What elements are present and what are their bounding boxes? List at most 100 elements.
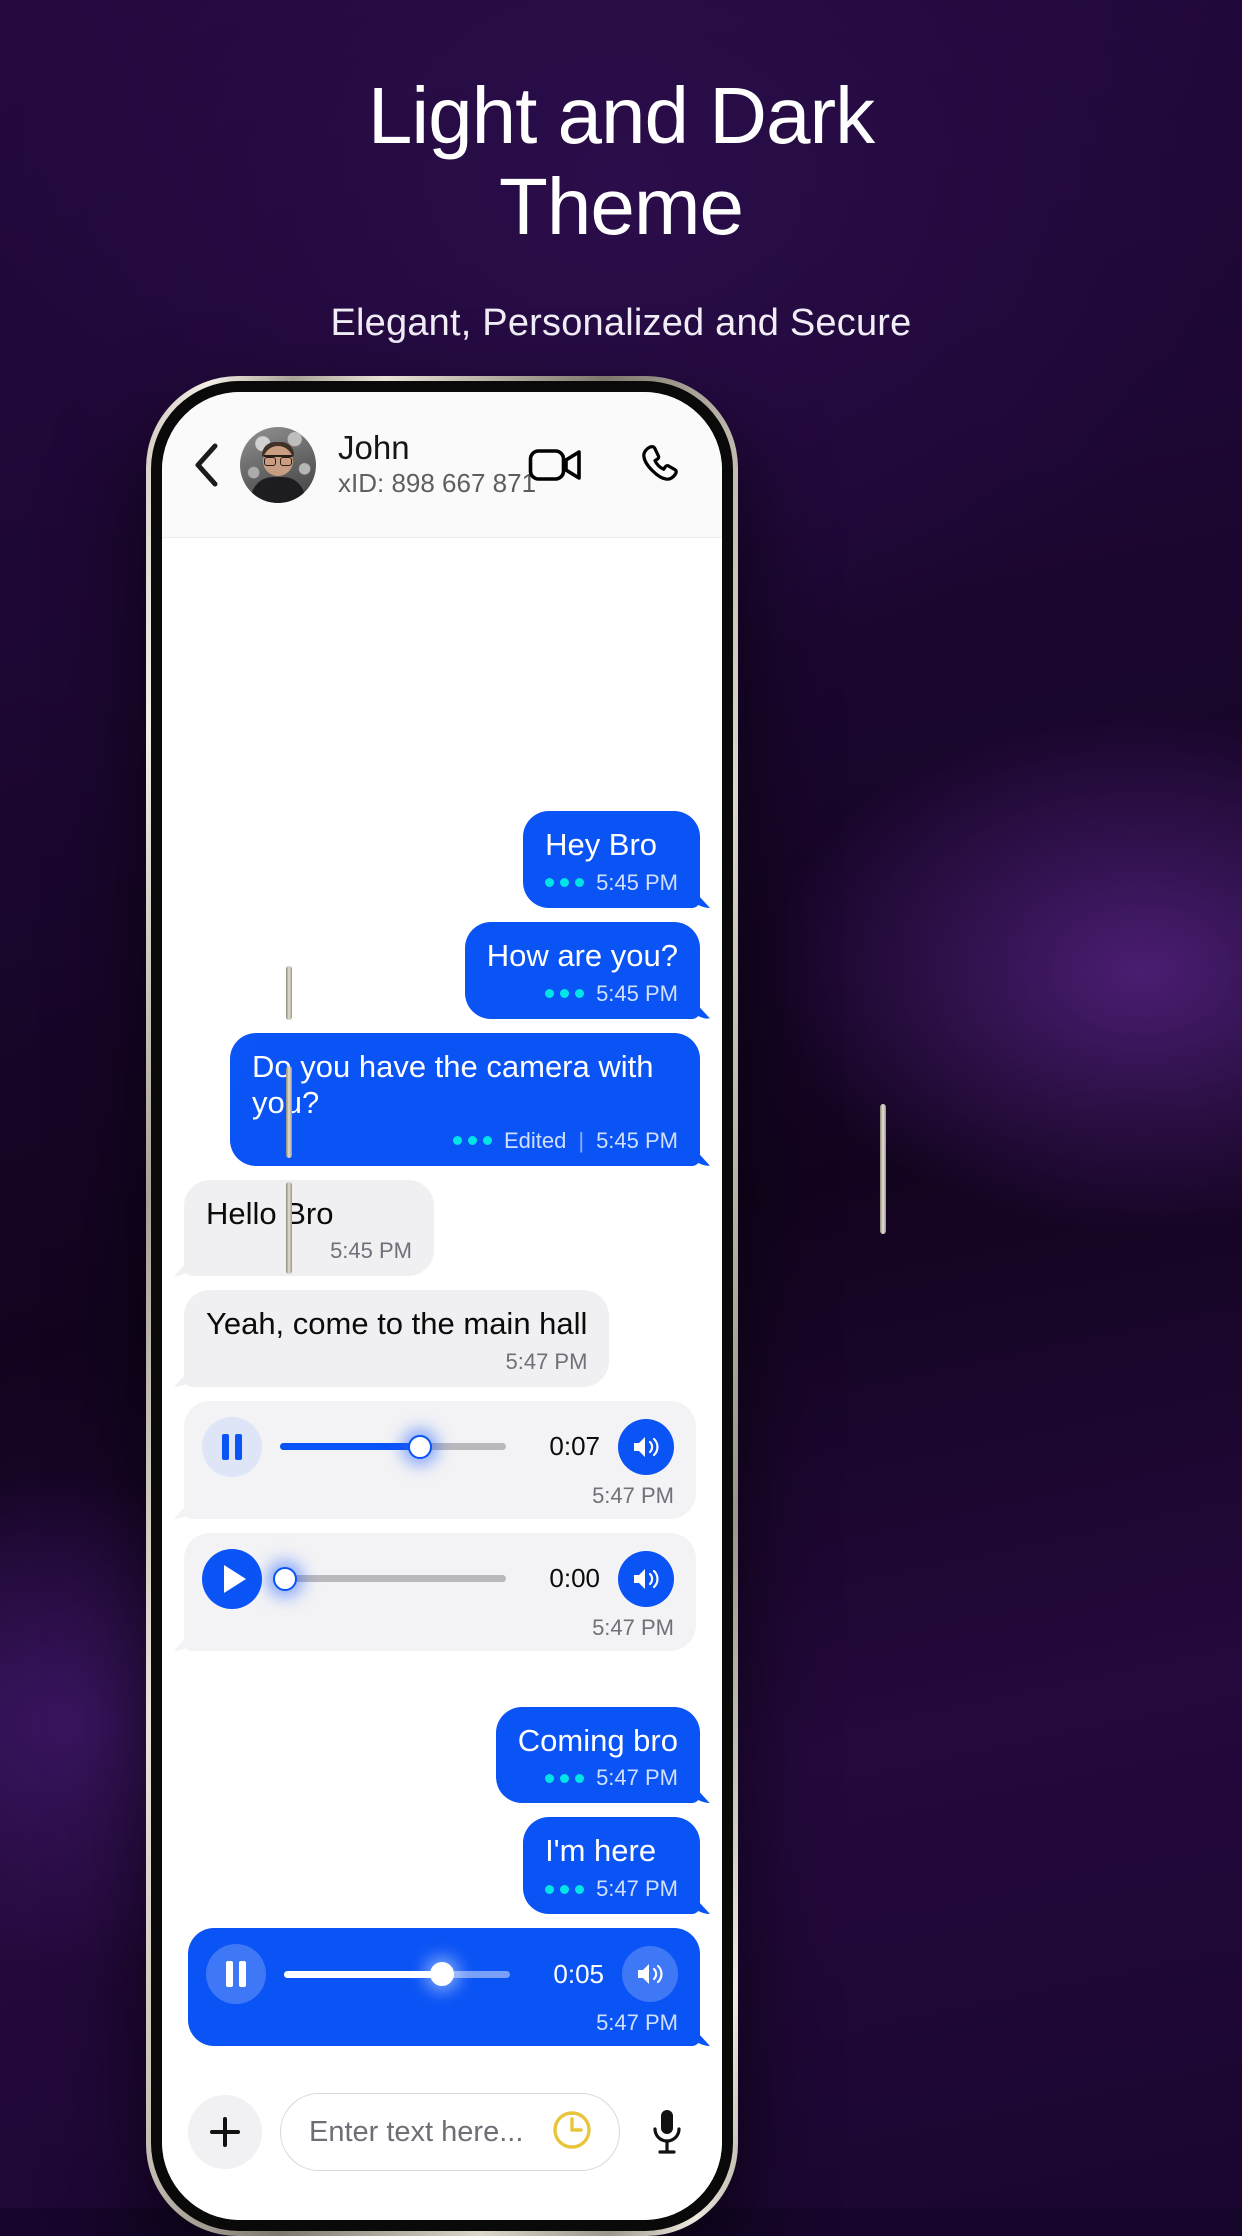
message-meta: 5:47 PM	[206, 1348, 588, 1375]
audio-duration: 0:05	[553, 1958, 604, 1989]
phone-icon	[642, 444, 678, 481]
message-meta: 5:45 PM	[206, 1238, 412, 1264]
message-meta: 5:47 PM	[518, 1765, 678, 1791]
message-row: Coming bro 5:47 PM	[184, 1706, 700, 1804]
page-subtitle: Elegant, Personalized and Secure	[330, 302, 912, 345]
contact-xid: xID: 898 667 871	[338, 468, 537, 499]
clock-icon	[553, 2110, 591, 2149]
avatar-glasses	[264, 454, 292, 466]
message-text: Hey Bro	[545, 827, 658, 863]
back-button[interactable]	[184, 442, 228, 488]
voice-message-incoming[interactable]: 0:00 5:47 PM	[184, 1532, 696, 1651]
audio-progress-slider[interactable]	[280, 1434, 506, 1459]
message-text: Yeah, come to the main hall	[206, 1306, 588, 1342]
voice-controls: 0:07	[202, 1416, 674, 1477]
header-actions	[528, 442, 692, 488]
speaker-on-icon	[634, 1436, 659, 1457]
speaker-button[interactable]	[622, 1946, 678, 2002]
voice-message-outgoing[interactable]: 0:05 5:47 PM	[188, 1928, 700, 2046]
phone-bezel: John xID: 898 667 871 Hey Bro 5:45 PM Ho…	[151, 381, 733, 2231]
edited-label: Edited	[503, 1127, 567, 1153]
audio-progress-slider[interactable]	[284, 1962, 510, 1986]
meta-separator: |	[578, 1127, 585, 1153]
message-input-placeholder: Enter text here...	[309, 2115, 524, 2148]
message-time: 5:47 PM	[596, 2010, 678, 2035]
message-bubble-outgoing[interactable]: How are you? 5:45 PM	[464, 921, 700, 1019]
message-meta: 5:45 PM	[487, 981, 678, 1007]
silent-switch	[286, 966, 292, 1020]
message-bubble-outgoing[interactable]: Coming bro 5:47 PM	[495, 1706, 700, 1804]
read-receipt-dots	[545, 878, 585, 888]
promo-text-block: Light and Dark Theme Elegant, Personaliz…	[0, 70, 1242, 345]
phone-screen: John xID: 898 667 871 Hey Bro 5:45 PM Ho…	[162, 392, 722, 2220]
message-row: I'm here 5:47 PM	[184, 1817, 700, 1914]
voice-record-button[interactable]	[638, 2107, 696, 2157]
message-row: Hey Bro 5:45 PM	[184, 811, 700, 908]
microphone-icon	[653, 2110, 681, 2154]
pause-icon	[222, 1433, 242, 1460]
message-time: 5:45 PM	[596, 980, 678, 1006]
attach-button[interactable]	[188, 2095, 262, 2169]
message-time: 5:45 PM	[330, 1238, 412, 1264]
message-meta: 5:45 PM	[545, 870, 678, 896]
audio-progress-slider[interactable]	[272, 1566, 506, 1591]
slider-fill	[284, 1970, 443, 1978]
speaker-button[interactable]	[618, 1418, 674, 1475]
speaker-on-icon	[638, 1964, 663, 1984]
message-bubble-incoming[interactable]: Hello Bro 5:45 PM	[184, 1179, 434, 1277]
message-text: How are you?	[486, 937, 678, 973]
play-button[interactable]	[202, 1548, 262, 1609]
read-receipt-dots	[452, 1136, 492, 1146]
slider-knob[interactable]	[272, 1566, 297, 1591]
pause-button[interactable]	[206, 1944, 266, 2004]
plus-icon	[210, 2117, 240, 2147]
headline-line-1: Light and Dark	[367, 71, 875, 160]
message-list: Hey Bro 5:45 PM How are you? 5:45 PM Do …	[162, 538, 722, 2070]
message-bubble-outgoing[interactable]: Hey Bro 5:45 PM	[523, 811, 700, 908]
message-text: Coming bro	[517, 1722, 678, 1758]
power-button	[880, 1104, 886, 1234]
message-text: Do you have the camera with you?	[252, 1048, 654, 1121]
chevron-left-icon	[195, 443, 218, 486]
message-row: Do you have the camera with you? Edited …	[184, 1032, 700, 1166]
voice-controls: 0:05	[206, 1944, 678, 2004]
message-meta: Edited | 5:45 PM	[252, 1128, 678, 1154]
voice-call-button[interactable]	[638, 442, 684, 488]
message-time: 5:47 PM	[592, 1482, 674, 1508]
speaker-button[interactable]	[618, 1550, 674, 1607]
message-input-bar: Enter text here...	[162, 2070, 722, 2220]
message-time: 5:47 PM	[505, 1348, 588, 1374]
slider-fill	[280, 1443, 421, 1451]
pause-button[interactable]	[202, 1416, 262, 1477]
message-row: Yeah, come to the main hall 5:47 PM	[184, 1290, 700, 1387]
message-row: Hello Bro 5:45 PM	[184, 1179, 700, 1277]
avatar[interactable]	[240, 426, 316, 503]
message-bubble-outgoing[interactable]: I'm here 5:47 PM	[523, 1817, 700, 1914]
read-receipt-dots	[545, 1884, 585, 1894]
search-input[interactable]: Enter text here...	[280, 2093, 620, 2171]
read-receipt-dots	[545, 989, 585, 999]
message-time: 5:45 PM	[596, 869, 678, 895]
read-receipt-dots	[545, 1773, 585, 1783]
page-title: Light and Dark Theme	[0, 70, 1242, 252]
message-bubble-incoming[interactable]: Yeah, come to the main hall 5:47 PM	[184, 1290, 610, 1387]
audio-duration: 0:07	[549, 1431, 600, 1462]
pause-icon	[226, 1961, 246, 1987]
slider-knob[interactable]	[408, 1434, 433, 1459]
avatar-body	[251, 476, 305, 503]
headline-line-2: Theme	[499, 162, 744, 252]
voice-message-incoming[interactable]: 0:07 5:47 PM	[184, 1400, 696, 1519]
volume-up-button	[286, 1066, 292, 1158]
disappearing-timer-button[interactable]	[549, 2107, 595, 2158]
video-call-button[interactable]	[528, 446, 584, 484]
speaker-on-icon	[634, 1568, 659, 1589]
message-text: I'm here	[545, 1833, 657, 1869]
volume-down-button	[286, 1182, 292, 1274]
voice-controls: 0:00	[202, 1548, 674, 1609]
slider-knob[interactable]	[430, 1962, 455, 1986]
message-bubble-outgoing[interactable]: Do you have the camera with you? Edited …	[230, 1032, 700, 1166]
chat-header: John xID: 898 667 871	[162, 392, 722, 538]
message-row: How are you? 5:45 PM	[184, 921, 700, 1019]
message-text: Hello Bro	[206, 1195, 334, 1231]
slider-track	[280, 1575, 506, 1583]
